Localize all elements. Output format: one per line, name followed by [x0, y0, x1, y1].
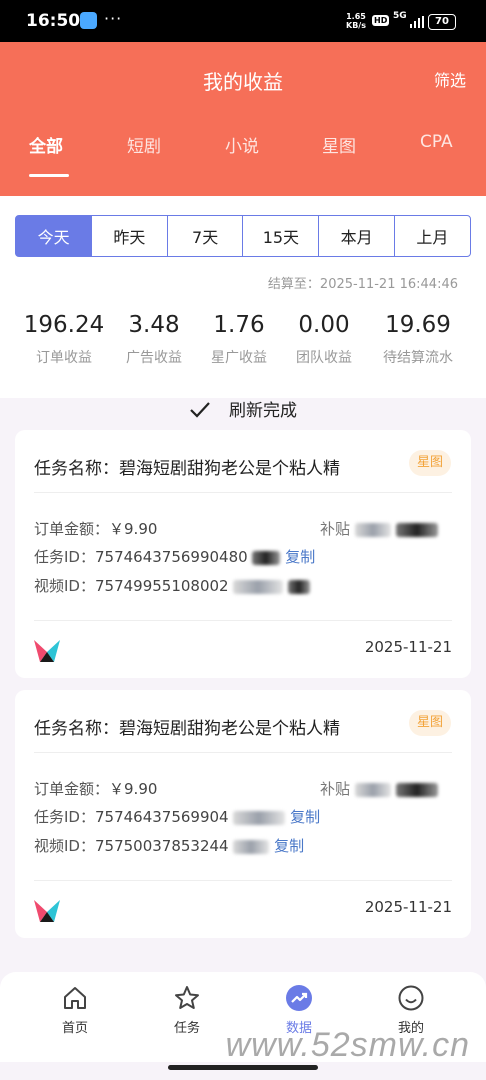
stat-pending-flow: 19.69 待结算流水: [368, 312, 468, 367]
check-icon: [190, 402, 210, 418]
redacted-value: [395, 522, 438, 537]
tab-all[interactable]: 全部: [29, 132, 63, 157]
period-this-month[interactable]: 本月: [318, 215, 396, 257]
subsidy-label: 补贴: [320, 520, 351, 538]
app-notification-icon: [80, 12, 97, 29]
redacted-value: [354, 522, 391, 537]
tab-cpa[interactable]: CPA: [420, 132, 453, 152]
video-id-value: 75749955108002: [94, 577, 229, 595]
subsidy-label: 补贴: [320, 780, 351, 798]
divider: [34, 880, 452, 881]
stats-row: 196.24 订单收益 3.48 广告收益 1.76 星广收益 0.00 团队收…: [0, 312, 486, 382]
star-icon: [175, 986, 199, 1009]
video-id-value: 75750037853244: [94, 837, 229, 855]
period-selector: 今天 昨天 7天 15天 本月 上月: [15, 215, 471, 257]
nav-label: 任务: [173, 1021, 200, 1036]
trend-icon: [286, 985, 312, 1011]
refresh-text: 刷新完成: [229, 401, 297, 421]
redacted-value: [395, 782, 438, 797]
filter-button[interactable]: 筛选: [434, 67, 466, 91]
video-id-label: 视频ID：: [34, 577, 95, 595]
tab-novel[interactable]: 小说: [225, 132, 259, 157]
video-id-label: 视频ID：: [34, 837, 95, 855]
redacted-value: [354, 782, 391, 797]
smile-icon: [398, 985, 424, 1011]
card-task-title: 任务名称：碧海短剧甜狗老公是个粘人精: [34, 719, 340, 739]
active-tab-indicator: [29, 174, 69, 177]
card-tag: 星图: [409, 710, 451, 736]
card-date: 2025-11-21: [364, 638, 452, 656]
task-id-label: 任务ID：: [34, 808, 95, 826]
redacted-value: [233, 810, 286, 825]
period-15-days[interactable]: 15天: [242, 215, 320, 257]
video-id-row: 视频ID：75749955108002: [34, 575, 311, 596]
subsidy-row: 补贴: [320, 518, 438, 539]
home-icon: [64, 987, 86, 1009]
video-id-row: 视频ID：75750037853244 复制: [34, 835, 304, 856]
summary-panel: 今天 昨天 7天 15天 本月 上月 结算至：2025-11-21 16:44:…: [0, 196, 486, 398]
order-amount-label: 订单金额：: [34, 780, 110, 798]
stat-value: 196.24: [23, 312, 105, 338]
divider: [34, 620, 452, 621]
stat-value: 0.00: [298, 312, 350, 338]
tab-short-drama[interactable]: 短剧: [127, 132, 161, 157]
period-last-month[interactable]: 上月: [393, 215, 471, 257]
period-yesterday[interactable]: 昨天: [90, 215, 168, 257]
refresh-status: 刷新完成: [0, 396, 486, 424]
nav-label: 首页: [61, 1021, 88, 1036]
more-notifications-icon: ···: [104, 9, 123, 28]
subsidy-row: 补贴: [320, 778, 438, 799]
period-today[interactable]: 今天: [15, 215, 93, 257]
divider: [34, 752, 452, 753]
redacted-value: [288, 579, 311, 594]
watermark: www.52smw.cn: [225, 1026, 470, 1064]
stat-order-income: 196.24 订单收益: [14, 312, 114, 367]
copy-video-id-button[interactable]: 复制: [274, 837, 304, 855]
order-amount-row: 订单金额：￥9.90: [34, 778, 157, 799]
platform-logo-icon: [34, 900, 60, 922]
task-id-value: 7574643756990480: [94, 548, 248, 566]
nav-tasks[interactable]: 任务: [152, 984, 222, 1036]
platform-logo-icon: [34, 640, 60, 662]
task-id-value: 75746437569904: [94, 808, 229, 826]
home-indicator[interactable]: [168, 1065, 318, 1070]
card-date: 2025-11-21: [364, 898, 452, 916]
task-id-label: 任务ID：: [34, 548, 95, 566]
income-card[interactable]: 任务名称：碧海短剧甜狗老公是个粘人精 星图 订单金额：￥9.90 补贴 任务ID…: [15, 430, 471, 678]
network-type: 5G: [393, 11, 407, 21]
order-amount-value: ￥9.90: [109, 520, 158, 538]
signal-icon: [410, 16, 424, 28]
tab-star-map[interactable]: 星图: [322, 132, 356, 157]
order-amount-value: ￥9.90: [109, 780, 158, 798]
net-speed: 1.65 KB/s: [346, 12, 366, 30]
card-task-title: 任务名称：碧海短剧甜狗老公是个粘人精: [34, 459, 340, 479]
order-amount-label: 订单金额：: [34, 520, 110, 538]
card-tag: 星图: [409, 450, 451, 476]
period-7-days[interactable]: 7天: [166, 215, 244, 257]
copy-task-id-button[interactable]: 复制: [285, 548, 315, 566]
settle-time: 结算至：2025-11-21 16:44:46: [267, 277, 458, 292]
nav-home[interactable]: 首页: [40, 984, 110, 1036]
divider: [34, 492, 452, 493]
page-title: 我的收益: [203, 70, 283, 94]
task-id-row: 任务ID：75746437569904 复制: [34, 806, 320, 827]
order-amount-row: 订单金额：￥9.90: [34, 518, 157, 539]
stat-value: 19.69: [385, 312, 451, 338]
redacted-value: [233, 579, 284, 594]
hd-icon: HD: [372, 15, 390, 26]
redacted-value: [233, 839, 270, 854]
task-id-row: 任务ID：7574643756990480 复制: [34, 546, 315, 567]
copy-task-id-button[interactable]: 复制: [290, 808, 320, 826]
header: 我的收益 筛选 全部 短剧 小说 星图 CPA: [0, 42, 486, 196]
status-time: 16:50: [26, 11, 81, 31]
stat-label: 订单收益: [36, 350, 92, 366]
redacted-value: [252, 550, 281, 565]
status-bar: 16:50 ··· 1.65 KB/s HD 5G 70: [0, 0, 486, 42]
stat-label: 团队收益: [296, 350, 352, 366]
category-tabs: 全部 短剧 小说 星图 CPA: [0, 132, 486, 172]
battery-icon: 70: [428, 14, 456, 30]
income-card[interactable]: 任务名称：碧海短剧甜狗老公是个粘人精 星图 订单金额：￥9.90 补贴 任务ID…: [15, 690, 471, 938]
stat-team-income: 0.00 团队收益: [274, 312, 374, 367]
stat-label: 待结算流水: [383, 350, 453, 366]
